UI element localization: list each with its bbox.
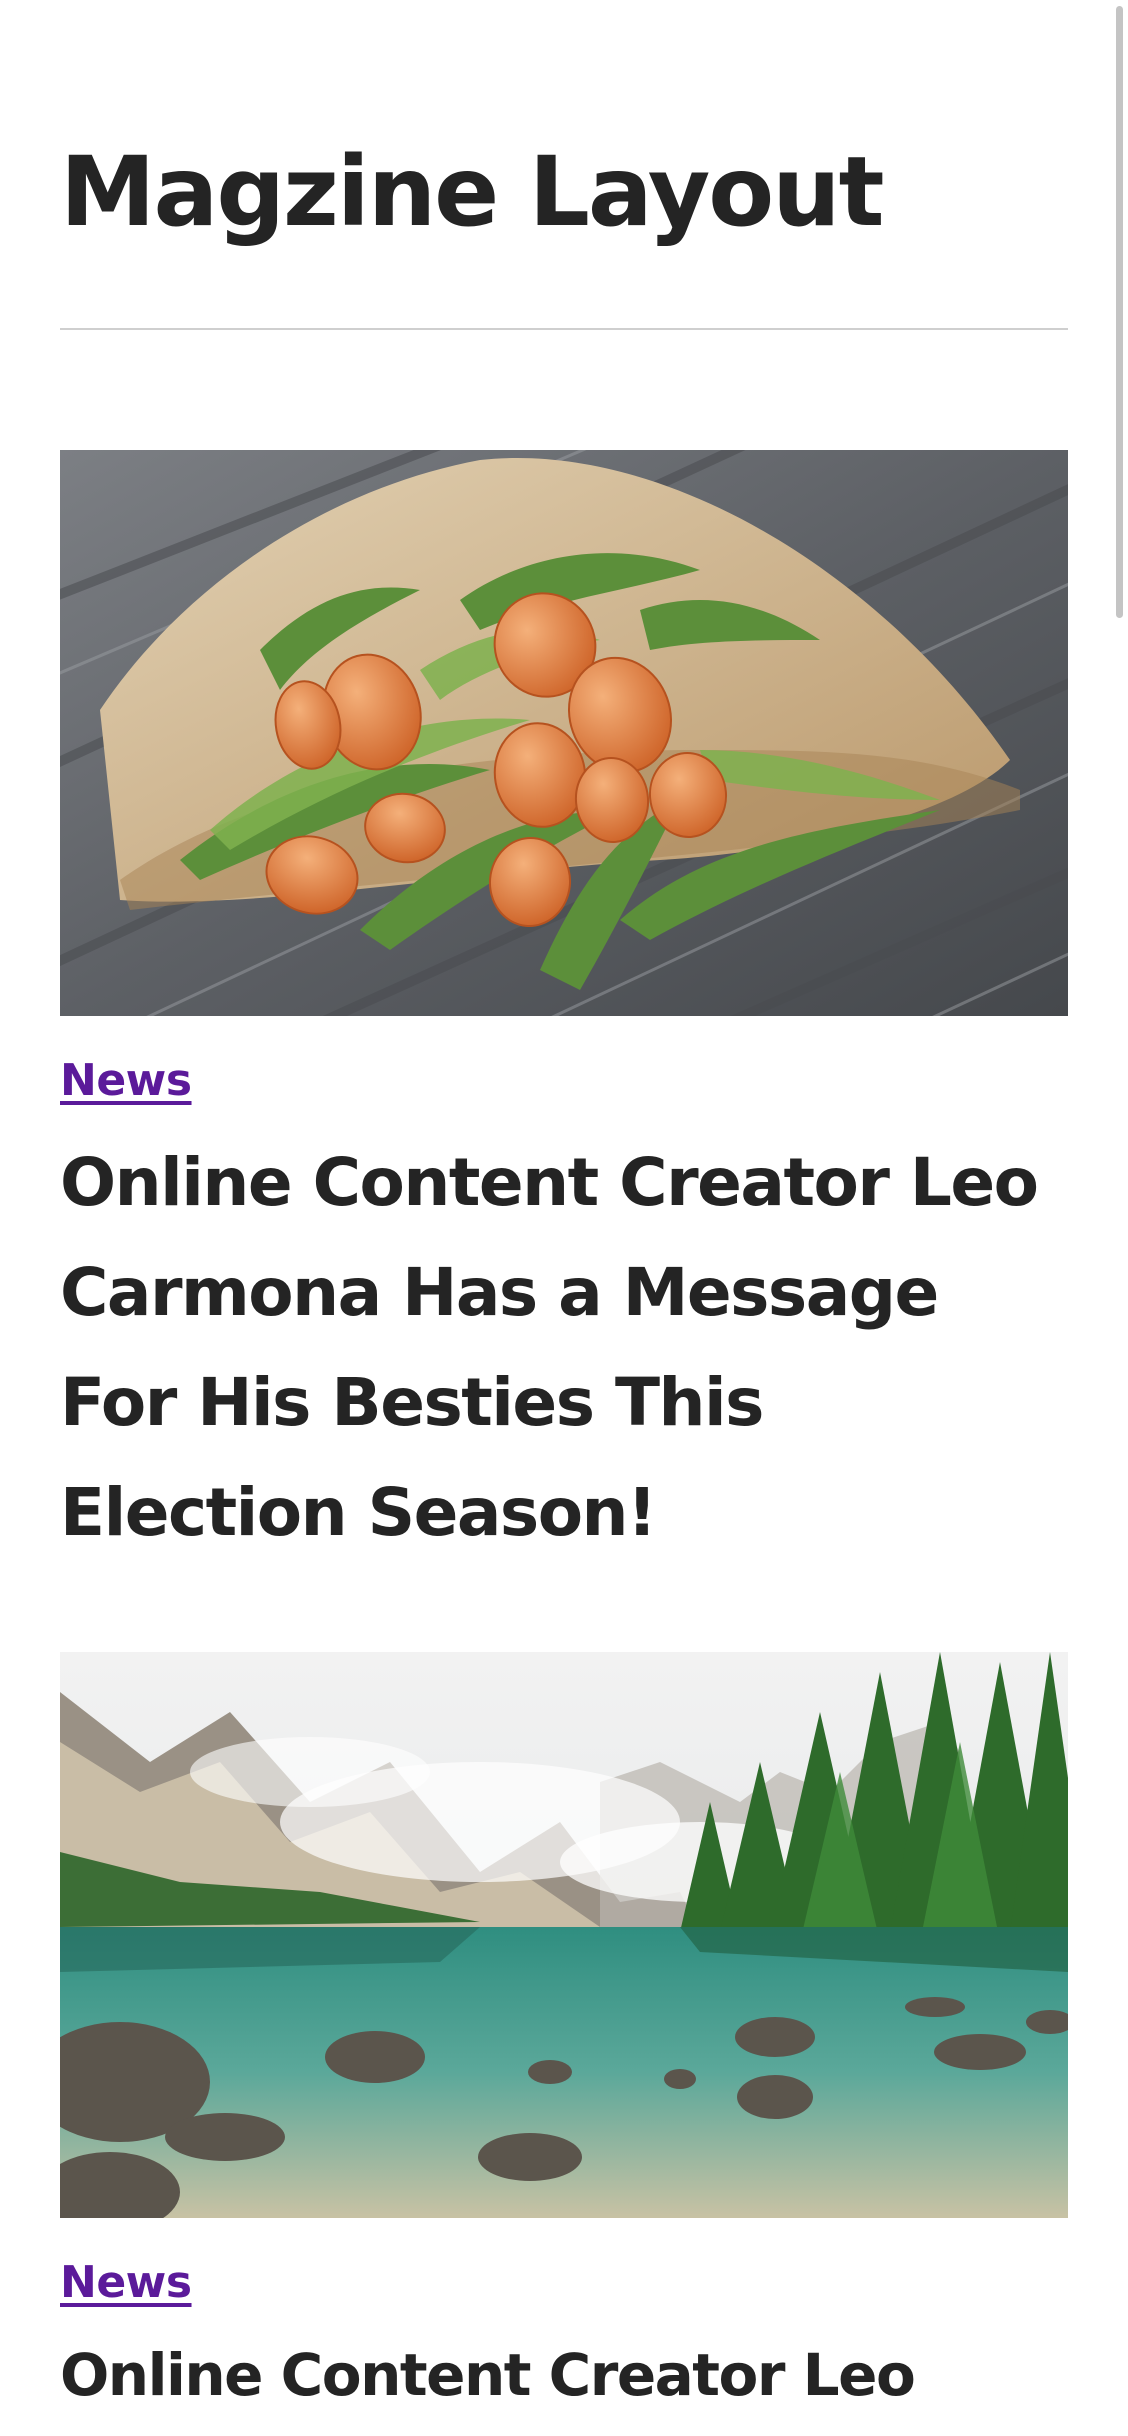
article-image-tulips[interactable] xyxy=(60,450,1068,1016)
category-link-news[interactable]: News xyxy=(60,2256,192,2310)
page-title: Magzine Layout xyxy=(60,136,884,248)
article-card: News Online Content Creator Leo Carmona … xyxy=(60,450,1068,1568)
scrollbar-thumb[interactable] xyxy=(1116,6,1123,618)
scrollbar[interactable] xyxy=(1114,0,1124,2436)
title-divider xyxy=(60,328,1068,330)
article-headline[interactable]: Online Content Creator Leo xyxy=(60,2330,1068,2420)
article-card: News Online Content Creator Leo xyxy=(60,1652,1068,2420)
category-link-news[interactable]: News xyxy=(60,1054,192,1108)
article-headline[interactable]: Online Content Creator Leo Carmona Has a… xyxy=(60,1128,1068,1568)
article-image-lake[interactable] xyxy=(60,1652,1068,2218)
